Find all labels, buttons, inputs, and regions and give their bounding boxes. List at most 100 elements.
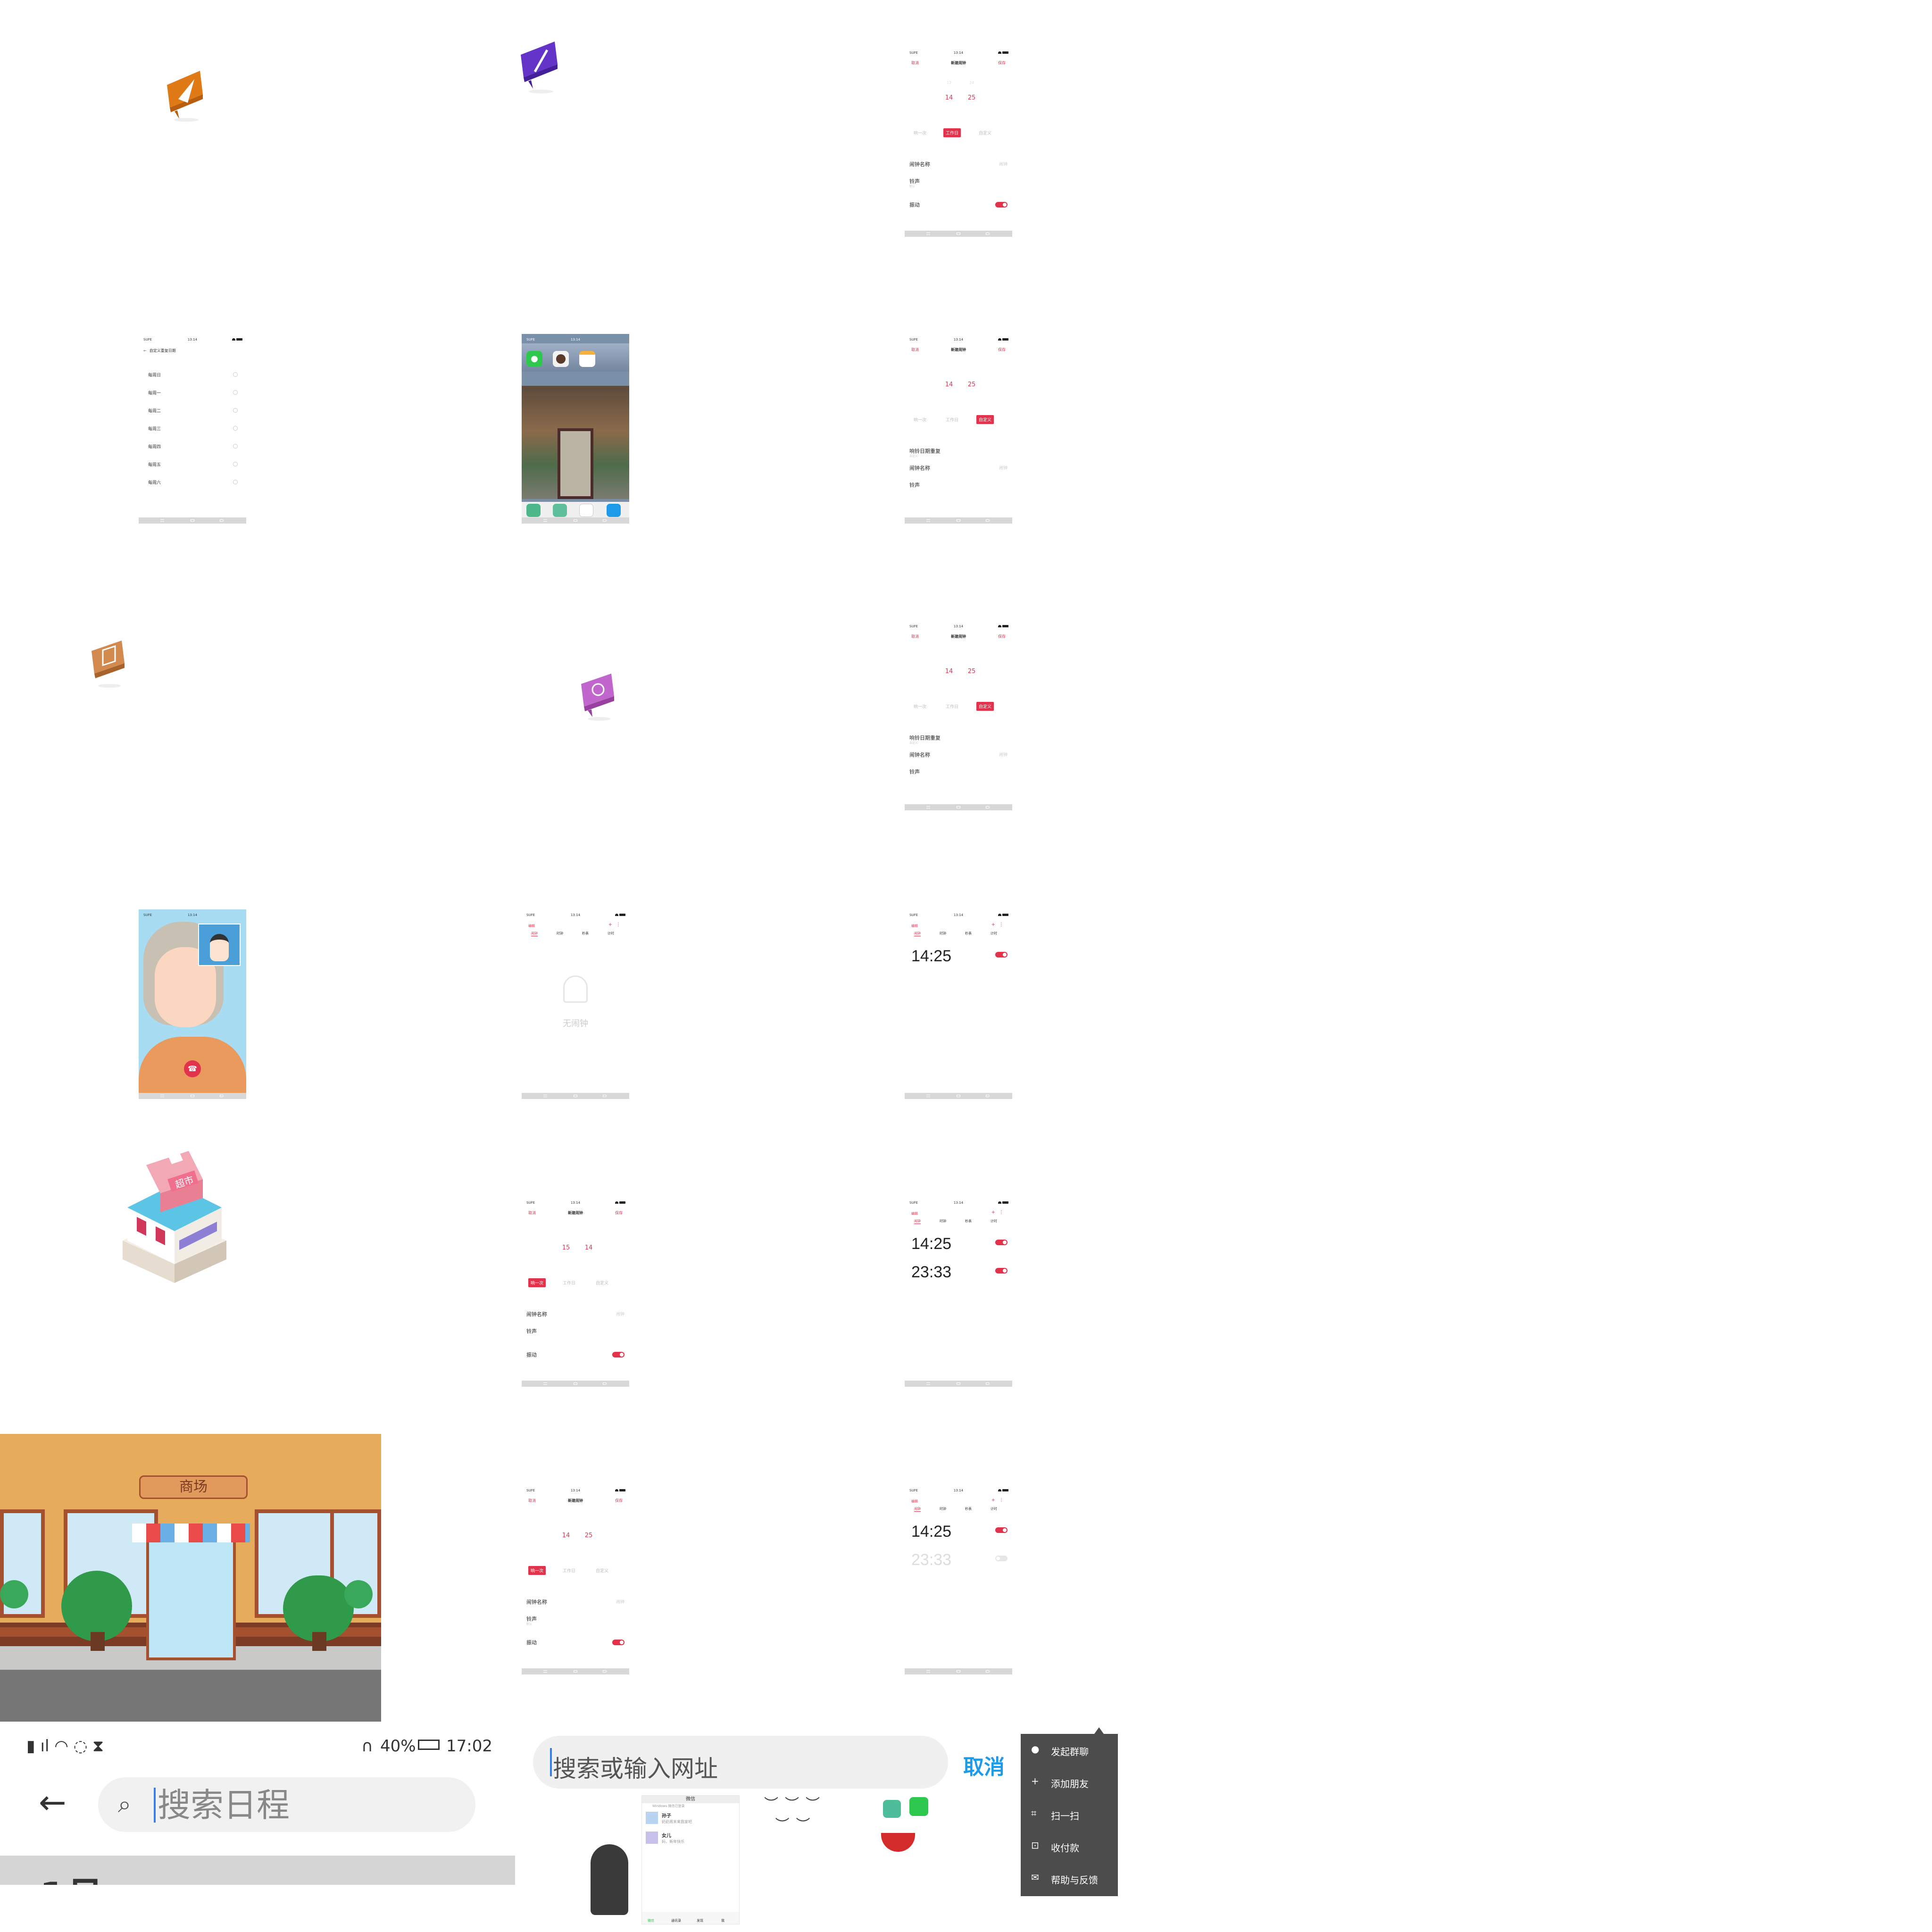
alarm-toggle[interactable] [995, 952, 1008, 958]
calendar-app-icon[interactable] [579, 351, 595, 367]
help-feedback-item[interactable]: ✉ 帮助与反馈 [1021, 1862, 1118, 1894]
camera-app-icon[interactable] [553, 351, 569, 367]
chat-item[interactable]: 孙子 奶奶周末来我家吧 [642, 1809, 739, 1829]
hour-value[interactable]: 14 [940, 94, 958, 101]
home-nav-button[interactable] [574, 1670, 577, 1673]
hour-value[interactable]: 14 [557, 1532, 575, 1539]
seg-custom[interactable]: 自定义 [976, 415, 994, 424]
time-picker[interactable]: 13 24 14 25 [905, 80, 1012, 115]
tab-timer[interactable]: 计时 [991, 931, 997, 936]
home-nav-button[interactable] [191, 1095, 194, 1097]
tab-stopwatch[interactable]: 秒表 [582, 931, 589, 936]
back-nav-button[interactable] [986, 1095, 990, 1097]
save-button[interactable]: 保存 [615, 1498, 623, 1503]
home-nav-button[interactable] [957, 806, 960, 808]
day-tuesday[interactable]: 每周二 [148, 408, 161, 414]
hour-value[interactable]: 14 [940, 381, 958, 388]
vibrate-toggle[interactable] [612, 1352, 625, 1357]
scan-item[interactable]: ⌗ 扫一扫 [1021, 1798, 1118, 1830]
day-thursday[interactable]: 每周四 [148, 443, 161, 450]
tab-clock[interactable]: 时钟 [940, 931, 946, 936]
repeat-row[interactable]: 响铃日期重复 自定义 [905, 732, 1012, 745]
schedule-search-input[interactable]: 搜索日程 [158, 1789, 290, 1822]
tab-stopwatch[interactable]: 秒表 [965, 931, 972, 936]
messages-app-icon[interactable] [553, 504, 567, 517]
alarm-name-row[interactable]: 闹钟名称 闹钟 [905, 158, 1012, 169]
time-picker[interactable]: 14 25 [905, 367, 1012, 402]
back-nav-button[interactable] [603, 519, 607, 522]
home-nav-button[interactable] [957, 1382, 960, 1385]
alarm-name-row[interactable]: 闹钟名称 闹钟 [905, 462, 1012, 473]
day-friday-check[interactable] [233, 462, 238, 466]
tab-alarm[interactable]: 闹钟 [531, 931, 538, 936]
menu-nav-button[interactable] [543, 1670, 547, 1673]
seg-workday[interactable]: 工作日 [943, 702, 961, 711]
edit-button[interactable]: 编辑 [528, 924, 535, 928]
menu-nav-button[interactable] [926, 806, 930, 808]
seg-custom[interactable]: 自定义 [976, 702, 994, 711]
alarm-toggle[interactable] [995, 1556, 1008, 1561]
home-nav-button[interactable] [957, 1670, 960, 1673]
menu-nav-button[interactable] [926, 233, 930, 235]
seg-workday[interactable]: 工作日 [560, 1278, 578, 1287]
edit-button[interactable]: 编辑 [911, 1211, 918, 1216]
save-button[interactable]: 保存 [998, 634, 1006, 639]
browser-cancel-button[interactable]: 取消 [963, 1750, 1005, 1780]
menu-nav-button[interactable] [160, 519, 164, 522]
back-nav-button[interactable] [986, 233, 990, 235]
back-nav-button[interactable] [986, 1670, 990, 1673]
alarm-toggle[interactable] [995, 1268, 1008, 1274]
alarm-item[interactable]: 14:25 [905, 1519, 1012, 1541]
time-picker[interactable]: 15 14 [522, 1230, 629, 1265]
camera-dock-icon[interactable] [579, 504, 593, 517]
day-wednesday-check[interactable] [233, 426, 238, 431]
hour-value[interactable]: 14 [940, 668, 958, 675]
home-nav-button[interactable] [574, 1382, 577, 1385]
tab-discover[interactable]: 发现 [697, 1918, 703, 1923]
add-alarm-icon[interactable]: +⋮ [991, 922, 1008, 927]
menu-nav-button[interactable] [160, 1095, 164, 1097]
save-button[interactable]: 保存 [998, 347, 1006, 352]
alarm-item[interactable]: 23:33 [905, 1547, 1012, 1569]
day-thursday-check[interactable] [233, 444, 238, 449]
ringtone-row[interactable]: 铃声 [522, 1325, 629, 1336]
day-sunday[interactable]: 每周日 [148, 372, 161, 378]
menu-nav-button[interactable] [926, 519, 930, 522]
tab-timer[interactable]: 计时 [991, 1219, 997, 1224]
ringtone-row[interactable]: 铃声 [905, 479, 1012, 490]
back-nav-button[interactable] [603, 1095, 607, 1097]
seg-once[interactable]: 响一次 [528, 1566, 546, 1575]
ringtone-row[interactable]: 铃声 [905, 766, 1012, 776]
hang-up-button[interactable]: ☎ [184, 1060, 201, 1077]
add-alarm-icon[interactable]: +⋮ [608, 922, 625, 927]
back-nav-button[interactable] [986, 519, 990, 522]
tab-timer[interactable]: 计时 [608, 931, 614, 936]
home-nav-button[interactable] [191, 519, 194, 522]
back-nav-button[interactable] [603, 1670, 607, 1673]
back-arrow-icon[interactable]: ← [39, 1786, 67, 1819]
back-nav-button[interactable] [603, 1382, 607, 1385]
tab-alarm[interactable]: 闹钟 [914, 931, 921, 936]
tab-alarm[interactable]: 闹钟 [914, 1219, 921, 1224]
minute-value[interactable]: 25 [579, 1532, 598, 1539]
menu-nav-button[interactable] [543, 519, 547, 522]
alarm-toggle[interactable] [995, 1527, 1008, 1533]
alarm-item[interactable]: 23:33 [905, 1259, 1012, 1281]
save-button[interactable]: 保存 [998, 60, 1006, 66]
back-nav-button[interactable] [220, 519, 224, 522]
alarm-name-row[interactable]: 闹钟名称 闹钟 [522, 1596, 629, 1607]
tab-me[interactable]: 我 [721, 1918, 724, 1923]
tab-alarm[interactable]: 闹钟 [914, 1507, 921, 1512]
seg-workday[interactable]: 工作日 [943, 128, 961, 137]
tab-clock[interactable]: 时钟 [557, 931, 563, 936]
alarm-item[interactable]: 14:25 [905, 943, 1012, 965]
home-nav-button[interactable] [957, 1095, 960, 1097]
menu-nav-button[interactable] [926, 1095, 930, 1097]
back-nav-button[interactable] [220, 1095, 224, 1097]
tab-timer[interactable]: 计时 [991, 1507, 997, 1511]
day-saturday[interactable]: 每周六 [148, 479, 161, 485]
alarm-name-row[interactable]: 闹钟名称 闹钟 [522, 1308, 629, 1319]
minute-value[interactable]: 14 [579, 1244, 598, 1251]
browser-app-icon[interactable] [607, 504, 621, 517]
time-picker[interactable]: 14 25 [522, 1518, 629, 1553]
